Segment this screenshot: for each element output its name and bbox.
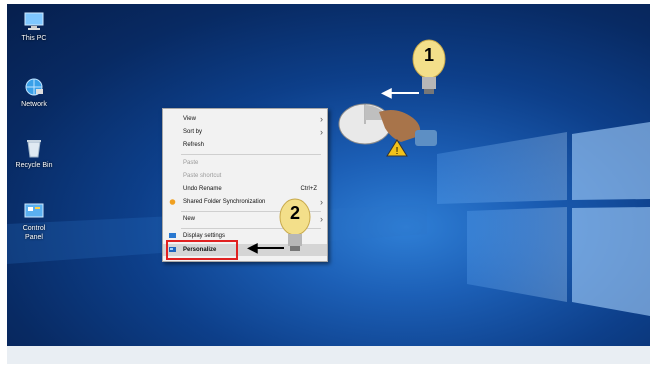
personalize-highlight-box — [166, 240, 238, 260]
menu-item-label: Undo Rename — [183, 186, 222, 192]
desktop-icon-label: Network — [21, 101, 47, 108]
menu-item-label: View — [183, 116, 196, 122]
desktop-icon-label: This PC — [21, 35, 47, 42]
sync-icon — [169, 199, 176, 205]
menu-item-view[interactable]: View › — [163, 113, 327, 125]
recycle-bin-icon — [27, 140, 41, 158]
menu-item-label: Paste — [183, 160, 199, 166]
menu-item-label: Paste shortcut — [183, 173, 222, 179]
arrow-step2 — [254, 247, 284, 249]
shortcut-label: Ctrl+Z — [300, 186, 318, 192]
menu-item-sort-by[interactable]: Sort by › — [163, 126, 327, 138]
computer-icon — [24, 12, 44, 30]
chevron-right-icon: › — [320, 114, 323, 124]
menu-item-label: Sort by — [183, 129, 203, 135]
control-panel-icon — [24, 203, 44, 218]
step-number: 2 — [289, 203, 300, 223]
svg-text:!: ! — [396, 146, 399, 157]
menu-item-refresh[interactable]: Refresh — [163, 139, 327, 151]
step-number: 1 — [423, 45, 434, 65]
chevron-right-icon: › — [320, 214, 323, 224]
desktop[interactable]: This PC Network Recycle Bin Control Panel… — [7, 4, 650, 364]
desktop-icon-network[interactable]: Network — [8, 76, 60, 109]
arrow-head-icon: ◀ — [381, 84, 392, 100]
menu-item-label: New — [183, 216, 196, 222]
desktop-icon-recycle-bin[interactable]: Recycle Bin — [8, 137, 60, 170]
menu-item-label: Shared Folder Synchronization — [183, 199, 266, 205]
menu-item-paste-shortcut[interactable]: Paste shortcut — [163, 170, 327, 182]
desktop-icon-control-panel[interactable]: Control Panel — [8, 200, 60, 242]
menu-separator — [181, 154, 321, 155]
menu-item-paste[interactable]: Paste — [163, 157, 327, 169]
desktop-icon-this-pc[interactable]: This PC — [8, 10, 60, 43]
desktop-icon-label: Control Panel — [22, 225, 46, 241]
wallpaper-logo — [7, 122, 650, 316]
menu-item-label: Refresh — [183, 142, 205, 148]
mouse-right-click-icon: ! — [338, 103, 437, 157]
lightbulb-icon: 1 — [412, 37, 446, 97]
menu-item-undo-rename[interactable]: Undo Rename Ctrl+Z — [163, 183, 327, 195]
display-icon — [169, 233, 176, 238]
network-icon — [25, 78, 43, 96]
chevron-right-icon: › — [320, 127, 323, 137]
taskbar[interactable] — [7, 346, 650, 364]
desktop-icon-label: Recycle Bin — [15, 162, 53, 169]
chevron-right-icon: › — [320, 197, 323, 207]
arrow-head-icon: ◀ — [247, 239, 258, 255]
